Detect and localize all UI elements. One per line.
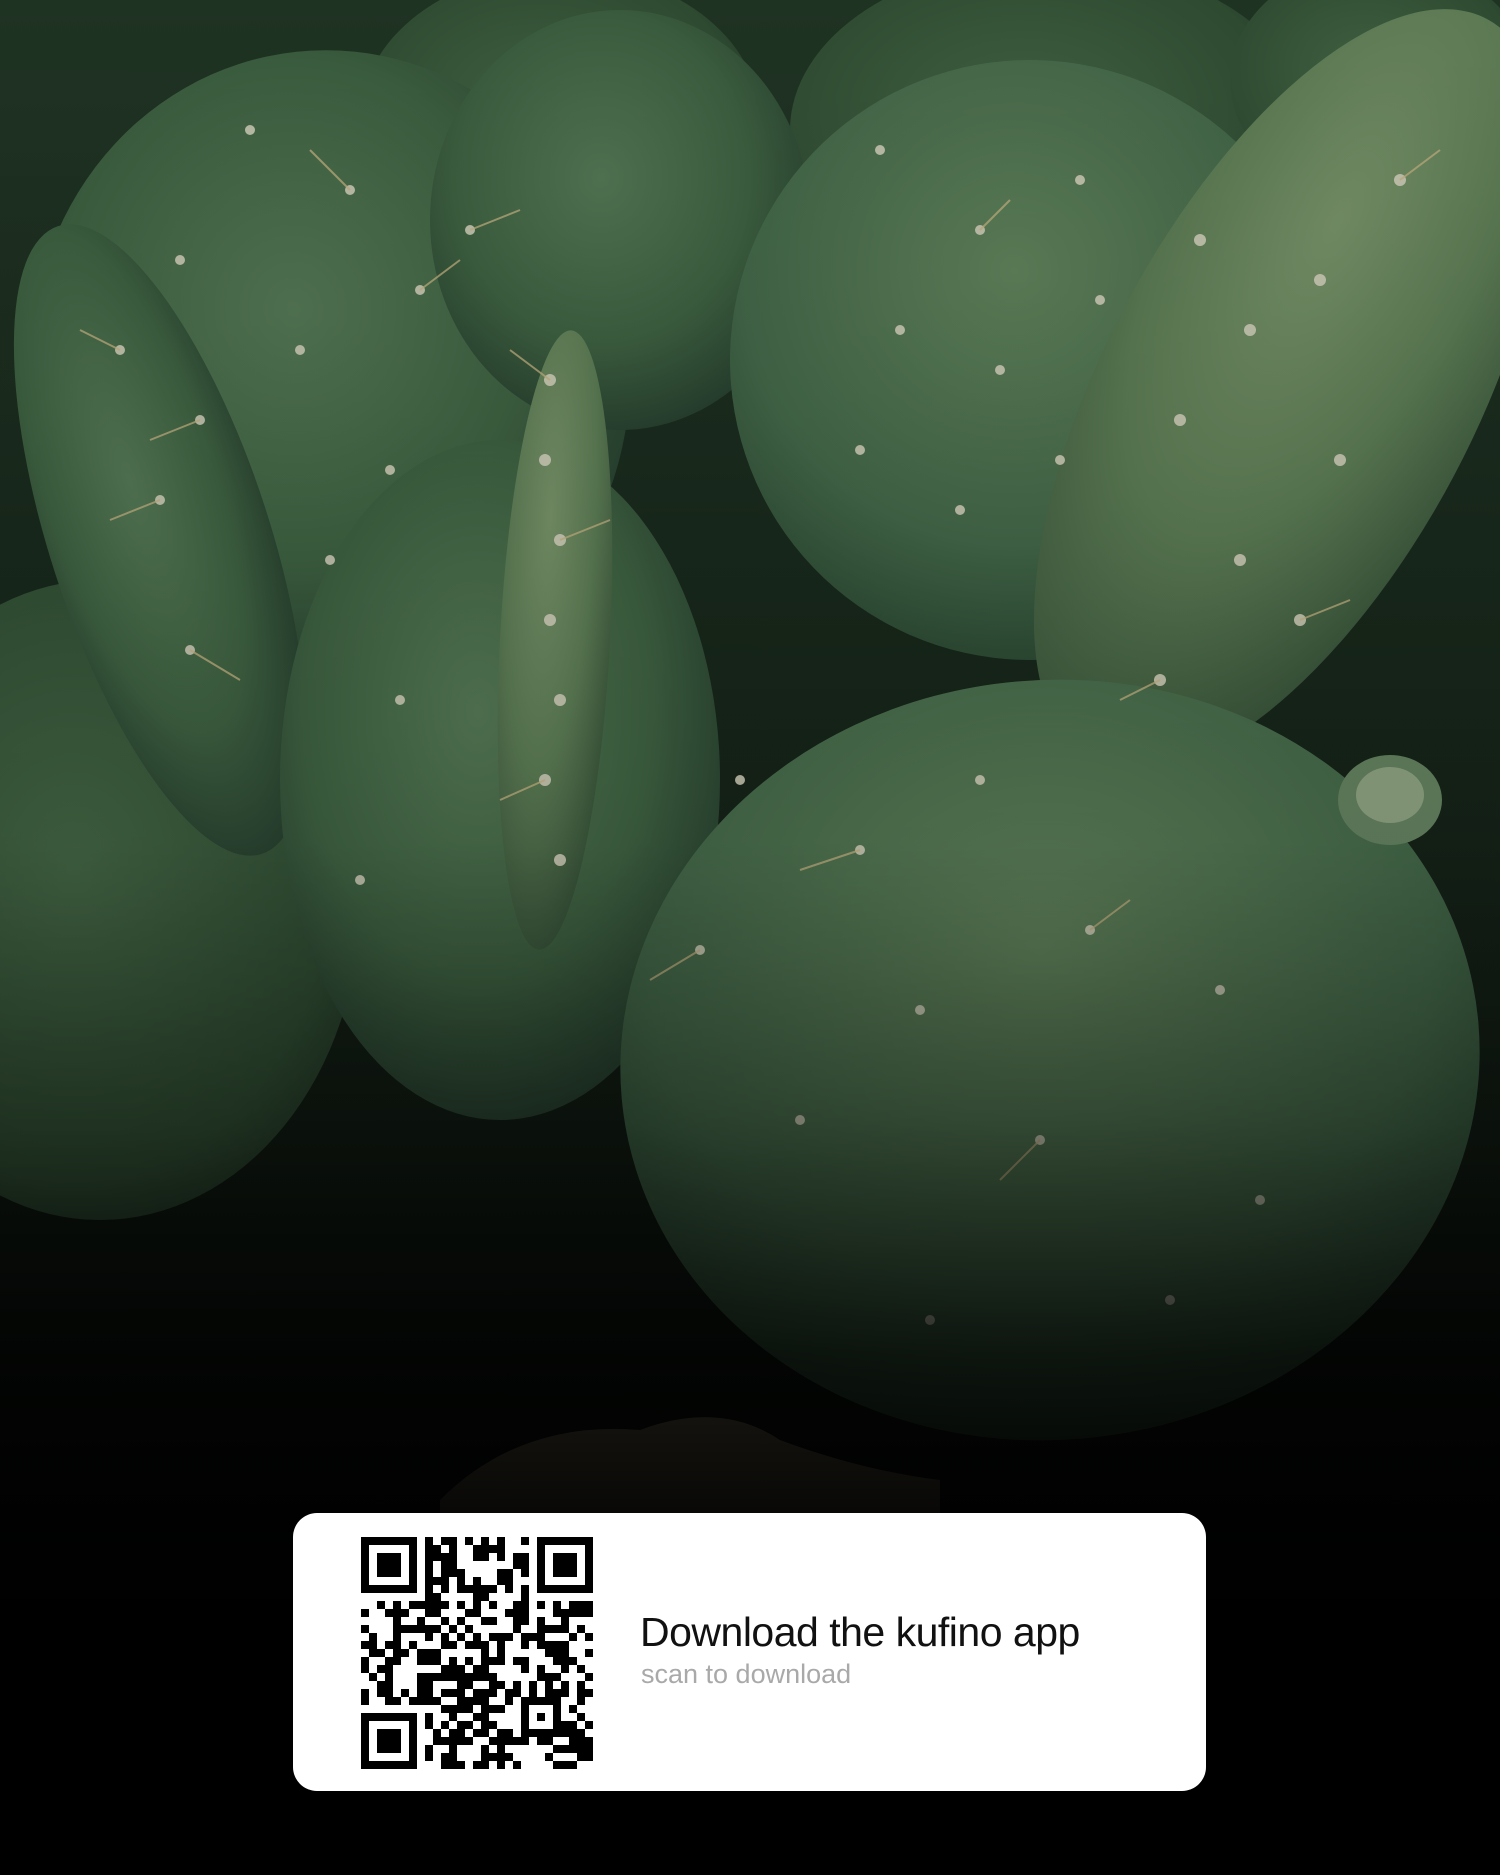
- photo-stage: Download the kufino app scan to download: [0, 0, 1500, 1875]
- download-subtitle: scan to download: [641, 1659, 852, 1689]
- qr-code-icon[interactable]: [361, 1537, 593, 1769]
- download-title: Download the kufino app: [640, 1609, 1080, 1655]
- download-app-card[interactable]: Download the kufino app scan to download: [293, 1513, 1206, 1791]
